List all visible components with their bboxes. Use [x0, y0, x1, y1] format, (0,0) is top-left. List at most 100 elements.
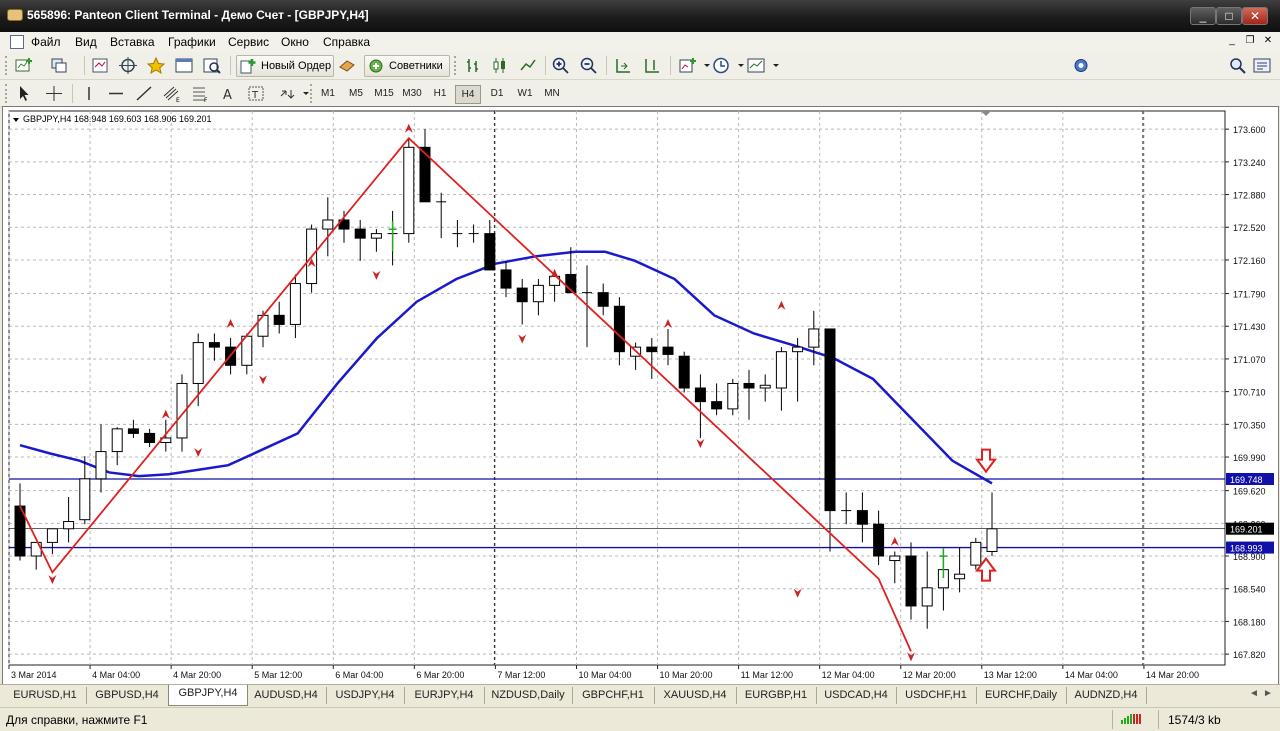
mdi-close-button[interactable]: ✕ [1261, 35, 1275, 48]
timeframe-m30[interactable]: M30 [400, 85, 424, 102]
timeframe-mn[interactable]: MN [540, 85, 564, 102]
timeframe-h4[interactable]: H4 [455, 85, 481, 104]
svg-text:E: E [176, 97, 180, 103]
candle-body [889, 555, 901, 562]
symbol-tab[interactable]: EURGBP,H1 [736, 687, 817, 704]
menu-tools[interactable]: Сервис [228, 35, 269, 49]
y-tick-label: 168.180 [1233, 617, 1266, 627]
menu-view[interactable]: Вид [75, 35, 97, 49]
svg-text:T: T [251, 90, 259, 101]
menu-window[interactable]: Окно [281, 35, 309, 49]
strategy-tester-icon[interactable] [202, 56, 222, 75]
arrows-dropdown-icon[interactable] [296, 84, 309, 103]
trendline-icon[interactable] [134, 84, 154, 103]
candle-body [727, 382, 739, 410]
x-tick-label: 11 Mar 12:00 [741, 670, 793, 680]
y-tick-label: 170.350 [1233, 420, 1266, 430]
experts-icon [368, 58, 384, 74]
status-bar: Для справки, нажмите F1 1574/3 kb [0, 707, 1280, 731]
templates-dropdown-icon[interactable] [766, 56, 779, 75]
templates-icon[interactable] [746, 56, 766, 75]
crosshair-target-icon[interactable] [118, 56, 138, 75]
candle-body [322, 219, 334, 230]
mdi-minimize-button[interactable]: _ [1225, 35, 1239, 48]
candle-body [792, 346, 804, 353]
candle-body [257, 314, 269, 337]
tab-scroll-left-icon[interactable]: ◄ [1249, 688, 1259, 699]
fibonacci-icon[interactable]: F [190, 84, 210, 104]
candle-body [856, 510, 868, 525]
symbol-tab[interactable]: AUDNZD,H4 [1066, 687, 1147, 704]
horizontal-line-icon[interactable] [106, 84, 126, 103]
periods-clock-icon[interactable] [711, 56, 731, 75]
menu-help[interactable]: Справка [323, 35, 370, 49]
mdi-restore-button[interactable]: ❐ [1243, 35, 1257, 48]
text-label-icon[interactable]: T [246, 84, 266, 103]
candle-body [289, 283, 301, 325]
symbol-tab[interactable]: GBPCHF,H1 [572, 687, 655, 704]
x-tick-label: 12 Mar 20:00 [903, 670, 956, 680]
symbol-tab[interactable]: USDCAD,H4 [816, 687, 897, 704]
minimize-button[interactable]: _ [1190, 7, 1216, 25]
autoscroll-icon[interactable] [613, 56, 633, 75]
equidistant-channel-icon[interactable]: E [162, 84, 182, 104]
terminal-window-icon[interactable] [174, 56, 194, 75]
symbol-tab[interactable]: XAUUSD,H4 [654, 687, 737, 704]
menu-charts[interactable]: Графики [168, 35, 216, 49]
new-order-button[interactable]: Новый Ордер [236, 55, 334, 77]
symbol-tab[interactable]: NZDUSD,Daily [484, 687, 573, 704]
menu-insert[interactable]: Вставка [110, 35, 155, 49]
favorites-star-icon[interactable] [146, 56, 166, 75]
experts-button[interactable]: Советники [364, 55, 450, 77]
profiles-icon[interactable] [50, 56, 70, 75]
history-center-icon[interactable] [337, 56, 357, 75]
symbol-tab[interactable]: GBPJPY,H4 [168, 685, 248, 706]
candle-body [873, 523, 885, 557]
chart-shift-icon[interactable] [642, 56, 662, 75]
timeframe-m15[interactable]: M15 [372, 85, 396, 102]
community-icon[interactable] [1252, 56, 1272, 75]
candle-body [711, 401, 723, 410]
new-chart-icon[interactable] [14, 56, 34, 75]
vertical-line-icon[interactable] [79, 84, 99, 103]
maximize-button[interactable]: □ [1216, 7, 1242, 25]
text-tool-icon[interactable]: A [218, 84, 238, 103]
line-chart-icon[interactable] [518, 56, 538, 75]
bar-chart-icon[interactable] [463, 56, 483, 75]
crosshair-icon[interactable] [44, 84, 64, 103]
x-tick-label: 5 Mar 12:00 [254, 670, 302, 680]
arrows-icon[interactable] [277, 84, 297, 103]
timeframe-w1[interactable]: W1 [513, 85, 537, 102]
x-tick-label: 3 Mar 2014 [11, 670, 57, 680]
candle-body [273, 314, 285, 325]
cursor-arrow-icon[interactable] [14, 84, 34, 103]
periods-dropdown-icon[interactable] [731, 56, 744, 75]
chart-symbol-header: GBPJPY,H4 168.948 169.603 168.906 169.20… [23, 114, 212, 124]
price-level-label: 168.993 [1230, 544, 1263, 554]
search-icon[interactable] [1228, 56, 1248, 75]
close-button[interactable]: ✕ [1242, 7, 1268, 25]
chart-window[interactable]: 173.600 173.240 172.880 172.520 172.160 171.7… [2, 106, 1279, 686]
status-divider [1158, 710, 1159, 729]
zoom-out-icon[interactable] [579, 56, 599, 75]
market-watch-icon[interactable] [90, 56, 110, 75]
symbol-tab[interactable]: EURJPY,H4 [404, 687, 485, 704]
price-chart[interactable]: 173.600 173.240 172.880 172.520 172.160 171.7… [3, 107, 1278, 685]
symbol-tab[interactable]: USDCHF,H1 [896, 687, 977, 704]
settings-gear-icon[interactable] [1071, 56, 1091, 75]
timeframe-m5[interactable]: M5 [344, 85, 368, 102]
timeframe-d1[interactable]: D1 [485, 85, 509, 102]
symbol-tab[interactable]: EURCHF,Daily [976, 687, 1067, 704]
indicators-dropdown-icon[interactable] [697, 56, 710, 75]
menu-file[interactable]: Файл [31, 35, 61, 49]
candlestick-chart-icon[interactable] [490, 56, 510, 75]
symbol-tab[interactable]: USDJPY,H4 [326, 687, 405, 704]
zoom-in-icon[interactable] [551, 56, 571, 75]
indicators-icon[interactable] [678, 56, 698, 75]
symbol-tab[interactable]: AUDUSD,H4 [246, 687, 327, 704]
tab-scroll-right-icon[interactable]: ► [1263, 688, 1273, 699]
timeframe-h1[interactable]: H1 [428, 85, 452, 102]
symbol-tab[interactable]: EURUSD,H1 [4, 687, 87, 704]
symbol-tab[interactable]: GBPUSD,H4 [86, 687, 169, 704]
timeframe-m1[interactable]: M1 [316, 85, 340, 102]
